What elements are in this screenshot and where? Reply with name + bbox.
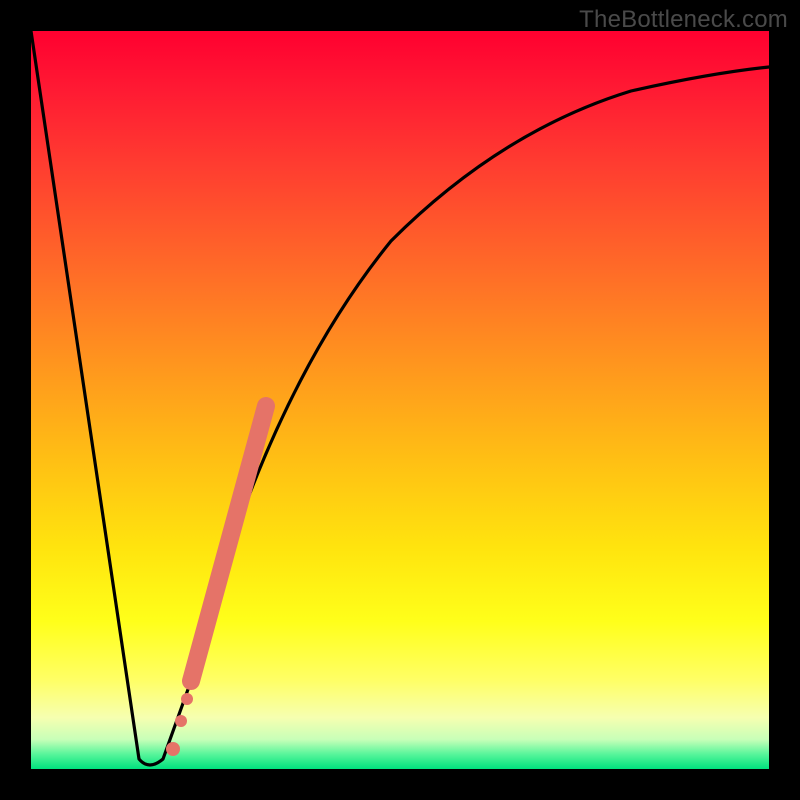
marker-dot bbox=[166, 742, 180, 756]
watermark-text: TheBottleneck.com bbox=[579, 6, 788, 34]
chart-svg bbox=[31, 31, 769, 769]
plot-area bbox=[31, 31, 769, 769]
marker-dot bbox=[175, 715, 187, 727]
highlight-segment bbox=[191, 406, 266, 681]
marker-dot bbox=[181, 693, 193, 705]
bottleneck-curve bbox=[31, 31, 769, 765]
chart-frame: TheBottleneck.com bbox=[0, 0, 800, 800]
